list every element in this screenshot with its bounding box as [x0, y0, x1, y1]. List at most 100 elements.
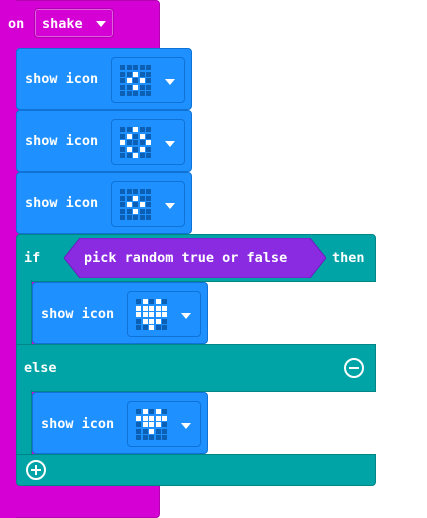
led-off	[120, 71, 125, 77]
minus-circle-icon[interactable]	[344, 358, 364, 378]
led-off	[155, 428, 161, 434]
icon-picker-dropdown[interactable]	[111, 57, 185, 103]
show-icon-block-3[interactable]: show icon	[16, 172, 192, 234]
led-off	[120, 91, 125, 96]
chevron-down-icon	[165, 79, 175, 85]
led-off	[146, 195, 151, 201]
led-on	[126, 133, 132, 139]
led-off	[136, 299, 141, 304]
led-off	[126, 84, 132, 90]
led-off	[133, 91, 138, 96]
led-off	[146, 71, 151, 77]
event-dropdown-label: shake	[42, 16, 83, 32]
led-off	[120, 202, 125, 207]
led-on	[133, 208, 138, 214]
led-on	[149, 428, 154, 434]
led-on	[142, 318, 148, 324]
plus-circle-icon[interactable]	[26, 460, 46, 480]
led-icon-preview	[136, 299, 169, 332]
led-off	[120, 153, 125, 158]
else-show-icon-block[interactable]: show icon	[32, 392, 208, 454]
led-on	[142, 422, 148, 427]
show-icon-label: show icon	[25, 71, 99, 87]
led-off	[162, 428, 167, 434]
led-on	[133, 153, 138, 158]
led-off	[146, 208, 151, 214]
led-off	[139, 65, 145, 70]
led-on	[155, 422, 161, 427]
led-off	[136, 409, 141, 414]
if-block-footer[interactable]	[16, 454, 376, 486]
show-icon-block-2[interactable]: show icon	[16, 110, 192, 172]
icon-picker-dropdown[interactable]	[111, 119, 185, 165]
led-off	[146, 153, 151, 158]
then-label: then	[332, 250, 365, 266]
led-off	[126, 140, 132, 145]
led-on	[126, 146, 132, 152]
led-off	[142, 325, 148, 330]
led-off	[146, 133, 151, 139]
led-off	[120, 78, 125, 83]
led-off	[133, 146, 138, 152]
led-off	[162, 325, 167, 330]
led-off	[146, 91, 151, 96]
led-off	[162, 318, 167, 324]
led-on	[155, 409, 161, 414]
led-off	[120, 208, 125, 214]
led-on	[155, 318, 161, 324]
led-off	[146, 65, 151, 70]
led-off	[162, 299, 167, 304]
led-off	[120, 133, 125, 139]
led-on	[149, 422, 154, 427]
icon-picker-dropdown[interactable]	[127, 291, 201, 337]
led-off	[126, 127, 132, 132]
led-on	[155, 299, 161, 304]
led-off	[120, 127, 125, 132]
led-on	[155, 312, 161, 317]
led-on	[133, 195, 138, 201]
else-block-row[interactable]	[16, 344, 376, 392]
chevron-down-icon	[96, 21, 106, 27]
led-off	[139, 140, 145, 145]
led-off	[133, 215, 138, 220]
icon-picker-dropdown[interactable]	[127, 401, 201, 447]
led-off	[149, 299, 154, 304]
led-off	[146, 84, 151, 90]
then-show-icon-block[interactable]: show icon	[32, 282, 208, 344]
led-on	[139, 146, 145, 152]
led-on	[136, 312, 141, 317]
event-dropdown[interactable]: shake	[34, 8, 114, 38]
led-off	[139, 189, 145, 194]
led-off	[142, 428, 148, 434]
led-on	[120, 140, 125, 145]
led-off	[139, 208, 145, 214]
led-off	[120, 195, 125, 201]
led-icon-preview	[120, 127, 153, 160]
led-on	[149, 312, 154, 317]
led-off	[139, 127, 145, 132]
led-on	[126, 78, 132, 83]
led-on	[126, 202, 132, 207]
show-icon-block-1[interactable]: show icon	[16, 48, 192, 110]
led-off	[136, 428, 141, 434]
led-on	[142, 299, 148, 304]
led-off	[155, 325, 161, 330]
led-on	[142, 305, 148, 311]
led-off	[126, 195, 132, 201]
led-off	[133, 202, 138, 207]
led-on	[162, 305, 167, 311]
led-off	[146, 189, 151, 194]
led-off	[126, 71, 132, 77]
led-off	[149, 409, 154, 414]
led-on	[133, 71, 138, 77]
led-icon-preview	[120, 65, 153, 98]
led-off	[142, 435, 148, 440]
led-on	[155, 305, 161, 311]
condition-label: pick random true or false	[84, 250, 288, 266]
led-on	[136, 415, 141, 421]
if-block-spine-then	[16, 280, 32, 346]
led-on	[146, 140, 151, 145]
if-block-spine-else	[16, 390, 32, 456]
icon-picker-dropdown[interactable]	[111, 181, 185, 227]
else-label: else	[24, 360, 57, 376]
